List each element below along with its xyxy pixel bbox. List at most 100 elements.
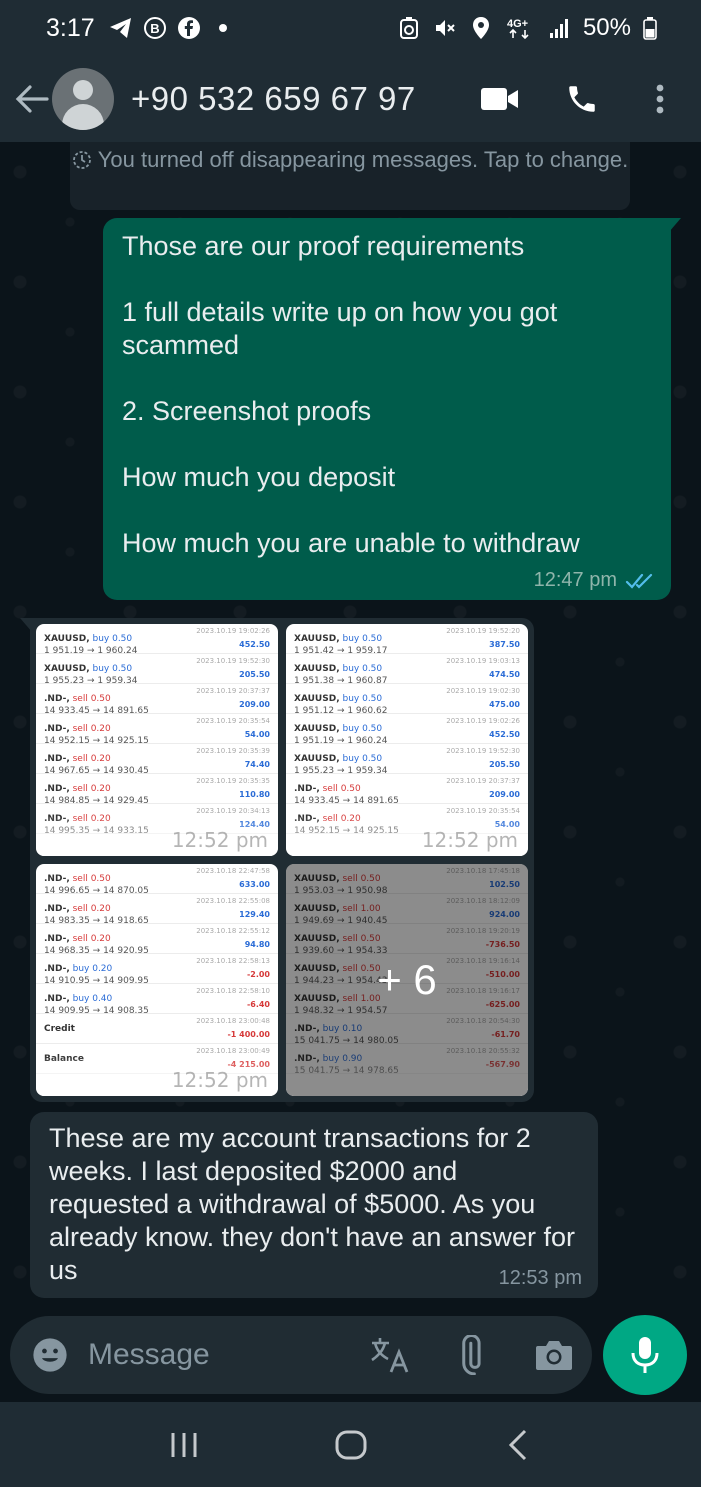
message-text: These are my account transactions for 2 … <box>49 1123 575 1285</box>
transaction-profit: 74.40 <box>244 760 270 769</box>
transaction-profit: 94.80 <box>244 940 270 949</box>
avatar[interactable] <box>52 68 114 130</box>
transaction-date: 2023.10.19 20:35:39 <box>196 747 270 755</box>
message-line: How much you deposit <box>122 462 396 492</box>
transaction-row: .ND-, sell 0.50 14 933.45 → 14 891.65 2023… <box>286 774 528 806</box>
read-receipt-icon <box>625 573 653 589</box>
message-time: 12:47 pm <box>533 569 617 591</box>
message-line: 1 full details write up on how you got s… <box>122 297 565 360</box>
more-options-button[interactable] <box>625 64 695 134</box>
transaction-profit: 110.80 <box>239 790 270 799</box>
outgoing-message[interactable]: Those are our proof requirements 1 full … <box>103 218 681 600</box>
video-call-button[interactable] <box>465 64 535 134</box>
transaction-symbol: .ND-, <box>44 724 70 734</box>
transaction-row: .ND-, sell 0.50 14 933.45 → 14 891.65 2023… <box>36 684 278 716</box>
transaction-profit: 387.50 <box>489 640 520 649</box>
transaction-side: sell 0.20 <box>69 784 111 794</box>
attach-button[interactable] <box>450 1333 494 1377</box>
status-bar: 3:17 B 4G+ 50% <box>0 0 701 56</box>
transaction-symbol: .ND-, <box>44 994 70 1004</box>
media-album[interactable]: XAUUSD, buy 0.50 1 951.19 → 1 960.24 2023.… <box>20 618 534 1102</box>
back-icon <box>508 1429 526 1460</box>
voice-call-button[interactable] <box>547 64 617 134</box>
album-thumbnail[interactable]: XAUUSD, buy 0.50 1 951.19 → 1 960.24 2023.… <box>36 624 278 856</box>
album-thumbnail[interactable]: .ND-, sell 0.50 14 996.65 → 14 870.05 2023… <box>36 864 278 1096</box>
recents-button[interactable] <box>154 1415 214 1475</box>
transaction-date: 2023.10.19 20:37:37 <box>196 687 270 695</box>
nav-back-button[interactable] <box>488 1415 548 1475</box>
transaction-row: .ND-, sell 0.20 14 984.85 → 14 929.45 2023… <box>36 774 278 806</box>
translate-button[interactable] <box>368 1333 412 1377</box>
more-vert-icon <box>656 84 664 114</box>
transaction-symbol: XAUUSD, <box>294 694 340 704</box>
transaction-row: .ND-, sell 0.20 14 968.35 → 14 920.95 2023… <box>36 924 278 956</box>
transaction-profit: 209.00 <box>489 790 520 799</box>
transaction-profit: 209.00 <box>239 700 270 709</box>
transaction-symbol: .ND-, <box>44 904 70 914</box>
transaction-date: 2023.10.19 20:35:54 <box>196 717 270 725</box>
system-nav-bar <box>0 1402 701 1487</box>
transaction-date: 2023.10.18 22:55:12 <box>196 927 270 935</box>
transaction-symbol: .ND-, <box>294 784 320 794</box>
transaction-side: sell 0.50 <box>69 874 111 884</box>
back-arrow-icon <box>15 85 49 113</box>
home-button[interactable] <box>321 1415 381 1475</box>
transaction-date: 2023.10.18 22:58:10 <box>196 987 270 995</box>
mic-button[interactable] <box>603 1315 687 1395</box>
transaction-profit: 452.50 <box>239 640 270 649</box>
transaction-profit: -2.00 <box>246 970 270 979</box>
transaction-date: 2023.10.19 20:34:13 <box>196 807 270 815</box>
transaction-date: 2023.10.18 22:55:08 <box>196 897 270 905</box>
transaction-profit: 129.40 <box>239 910 270 919</box>
contact-name[interactable]: +90 532 659 67 97 <box>131 80 416 118</box>
transaction-symbol: XAUUSD, <box>294 754 340 764</box>
transaction-side: sell 0.20 <box>69 934 111 944</box>
transaction-side: sell 0.20 <box>69 904 111 914</box>
transaction-profit: 452.50 <box>489 730 520 739</box>
battery-percent: 50% <box>582 14 631 41</box>
emoji-icon <box>33 1338 67 1372</box>
more-count: + 6 <box>377 956 437 1003</box>
transaction-row: .ND-, sell 0.20 14 983.35 → 14 918.65 2023… <box>36 894 278 926</box>
mic-icon <box>631 1337 659 1373</box>
transaction-side: buy 0.50 <box>339 634 383 644</box>
album-thumbnail[interactable]: XAUUSD, buy 0.50 1 951.42 → 1 959.17 2023.… <box>286 624 528 856</box>
transaction-side: buy 0.50 <box>89 664 133 674</box>
emoji-button[interactable] <box>28 1333 72 1377</box>
mute-icon <box>433 16 457 40</box>
chat-header: +90 532 659 67 97 <box>0 56 701 142</box>
svg-text:4G+: 4G+ <box>507 18 528 30</box>
transaction-side: buy 0.50 <box>339 754 383 764</box>
transaction-side: buy 0.50 <box>339 694 383 704</box>
transaction-profit: 54.00 <box>244 730 270 739</box>
transaction-side: buy 0.50 <box>89 634 133 644</box>
message-line: Those are our proof requirements <box>122 231 525 261</box>
status-right: 4G+ 50% <box>397 14 657 42</box>
transaction-date: 2023.10.19 20:37:37 <box>446 777 520 785</box>
message-input[interactable] <box>88 1338 338 1372</box>
video-call-icon <box>481 88 518 110</box>
b-circle-icon: B <box>143 16 167 40</box>
transaction-symbol: .ND-, <box>44 694 70 704</box>
transaction-symbol: Credit <box>44 1024 75 1034</box>
system-message[interactable]: You turned off disappearing messages. Ta… <box>70 142 630 210</box>
transaction-row: Credit 2023.10.18 23:00:48 -1 400.00 <box>36 1014 278 1044</box>
avatar-body <box>62 104 104 130</box>
telegram-icon <box>109 16 133 40</box>
transaction-date: 2023.10.19 19:52:20 <box>446 627 520 635</box>
transaction-symbol: XAUUSD, <box>294 724 340 734</box>
header-actions <box>465 64 701 134</box>
incoming-message[interactable]: These are my account transactions for 2 … <box>30 1112 598 1298</box>
transaction-row: XAUUSD, buy 0.50 1 951.42 → 1 959.17 2023.… <box>286 624 528 656</box>
signal-icon <box>547 16 571 40</box>
transaction-symbol: .ND-, <box>44 754 70 764</box>
transaction-date: 2023.10.19 20:35:35 <box>196 777 270 785</box>
camera-button[interactable] <box>532 1333 576 1377</box>
album-thumbnail-more[interactable]: XAUUSD, sell 0.50 1 953.03 → 1 950.98 2023… <box>286 864 528 1096</box>
home-icon <box>335 1430 366 1459</box>
transaction-row: .ND-, buy 0.20 14 910.95 → 14 909.95 2023.… <box>36 954 278 986</box>
